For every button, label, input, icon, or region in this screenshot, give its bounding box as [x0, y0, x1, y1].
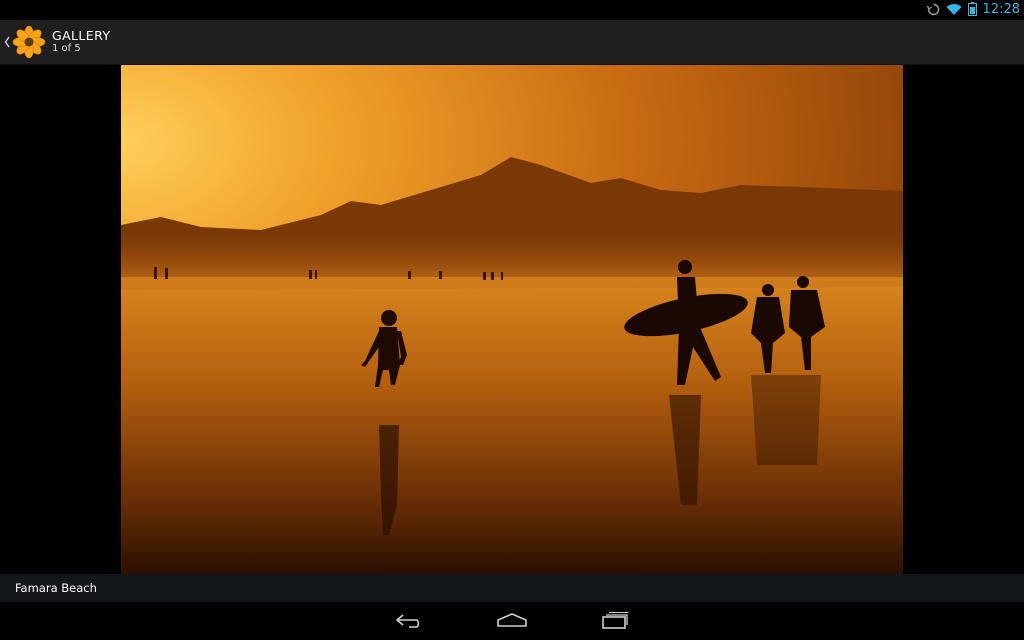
photo-counter: 1 of 5 [52, 43, 81, 54]
recent-apps-icon [601, 611, 629, 633]
back-icon [395, 612, 425, 632]
status-time: 12:28 [982, 2, 1020, 17]
caption-bar: Famara Beach [0, 574, 1024, 602]
back-button[interactable] [380, 608, 440, 636]
photo-view[interactable] [121, 65, 903, 574]
action-bar: GALLERY 1 of 5 [0, 20, 1024, 65]
gallery-flower-icon [11, 25, 47, 59]
sync-icon [926, 1, 940, 20]
app-title: GALLERY [52, 28, 111, 43]
recent-apps-button[interactable] [585, 608, 645, 636]
status-icons: 12:28 [926, 0, 1020, 20]
up-navigation-button[interactable]: GALLERY 1 of 5 [0, 20, 120, 64]
wifi-icon [946, 1, 962, 20]
battery-icon [967, 1, 977, 20]
photo-caption: Famara Beach [15, 581, 97, 595]
home-button[interactable] [482, 608, 542, 636]
system-nav-bar [0, 602, 1024, 640]
title-block: GALLERY 1 of 5 [52, 29, 110, 55]
home-icon [497, 612, 527, 632]
status-bar: 12:28 [0, 0, 1024, 20]
chevron-left-icon [4, 34, 10, 50]
